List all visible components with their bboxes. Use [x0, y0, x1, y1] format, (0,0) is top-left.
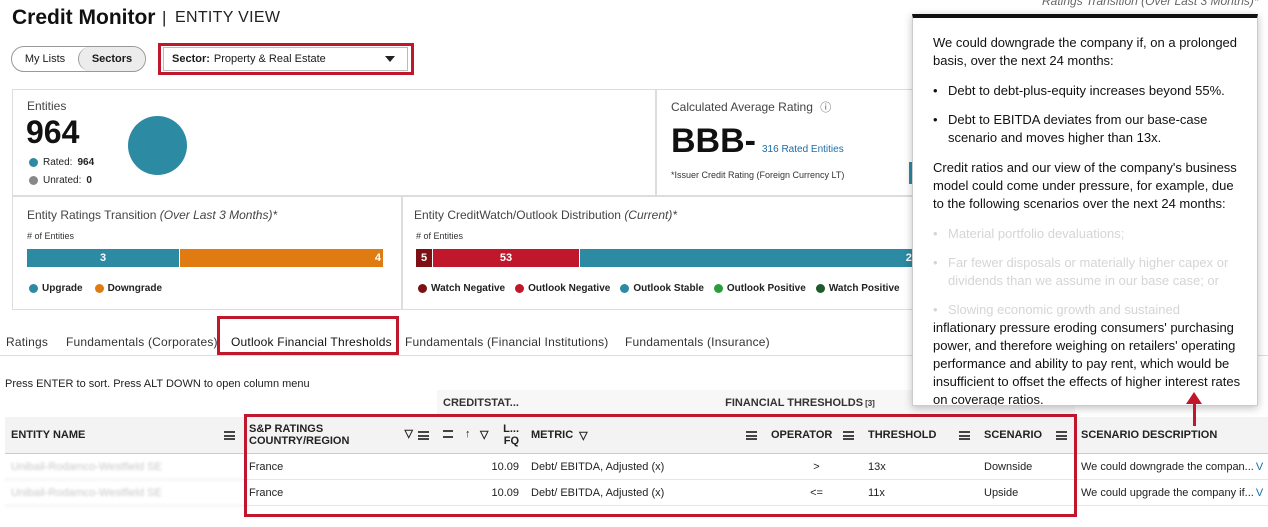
list-sector-toggle: My Lists Sectors — [11, 46, 146, 72]
legend-item[interactable]: Watch Negative — [418, 283, 505, 294]
scenario-description-tooltip: We could downgrade the company if, on a … — [912, 14, 1258, 406]
unrated-label: Unrated: — [43, 175, 82, 186]
tooltip-intro: We could downgrade the company if, on a … — [933, 35, 1238, 68]
highlight-active-tab — [217, 316, 399, 355]
bar-segment[interactable]: 5 — [416, 249, 432, 267]
cell-scenario-description[interactable]: We could upgrade the company if... V — [1075, 480, 1268, 506]
watch-bar: 55324 — [416, 249, 916, 267]
legend-item[interactable]: Watch Positive — [815, 283, 900, 294]
entities-title: Entities — [27, 99, 67, 113]
transition-legend: Upgrade Downgrade — [29, 283, 162, 294]
legend-label: Outlook Positive — [726, 283, 806, 294]
legend-item[interactable]: Outlook Negative — [515, 283, 610, 294]
entities-pie-chart — [128, 116, 187, 175]
legend-label: Outlook Stable — [633, 283, 704, 294]
legend-item[interactable]: Downgrade — [94, 283, 163, 294]
rated-dot-icon — [29, 158, 38, 167]
column-header-scenario-description-text: SCENARIO DESCRIPTION — [1081, 429, 1218, 441]
clipped-header-text: Ratings Transition (Over Last 3 Months)* — [1042, 0, 1259, 8]
view-more-link[interactable]: V — [1256, 487, 1263, 499]
bar-segment[interactable]: 24 — [580, 249, 916, 267]
legend-item[interactable]: Upgrade — [29, 283, 83, 294]
tooltip-faded-bullet: Slowing economic growth and sustained — [933, 301, 1241, 319]
tooltip-faded-bullet: Far fewer disposals or materially higher… — [933, 254, 1241, 290]
cell-entity-name[interactable]: Unibail-Rodamco-Westfield SE — [5, 480, 243, 506]
tab-ratings[interactable]: Ratings — [6, 335, 48, 349]
legend-item[interactable]: Outlook Stable — [620, 283, 704, 294]
legend-dot-icon — [815, 284, 825, 293]
tooltip-bullet: Debt to debt-plus-equity increases beyon… — [933, 82, 1241, 100]
column-header-entity-name-text: ENTITY NAME — [11, 429, 86, 441]
annotation-arrow-head — [1186, 392, 1202, 404]
watch-axis-label: # of Entities — [416, 231, 464, 241]
entities-total: 964 — [26, 114, 80, 150]
ratings-transition-title-text: Entity Ratings Transition — [27, 208, 157, 222]
bar-segment[interactable]: 4 — [180, 249, 383, 267]
unrated-legend: Unrated: 0 — [29, 175, 92, 186]
group-header-creditstat[interactable]: CREDITSTAT... — [437, 390, 525, 417]
title-separator: | — [162, 8, 167, 27]
ratings-transition-title-italic: (Over Last 3 Months)* — [159, 208, 278, 222]
average-rating-value: BBB- — [671, 122, 756, 160]
tooltip-faded-bullet: Material portfolio devaluations; — [933, 225, 1241, 243]
legend-label: Outlook Negative — [528, 283, 611, 294]
bar-segment[interactable]: 3 — [27, 249, 179, 267]
info-icon[interactable]: ⓘ — [820, 102, 831, 114]
column-header-entity-name[interactable]: ENTITY NAME — [5, 417, 243, 454]
entities-panel — [12, 89, 656, 196]
rated-entities-link[interactable]: 316 Rated Entities — [762, 144, 844, 155]
legend-dot-icon — [29, 284, 38, 293]
tab-fundamentals-insurance[interactable]: Fundamentals (Insurance) — [625, 335, 770, 349]
unrated-dot-icon — [29, 176, 38, 185]
sectors-button[interactable]: Sectors — [78, 47, 145, 71]
cell-scenario-description[interactable]: We could downgrade the compan... V — [1075, 454, 1268, 480]
legend-dot-icon — [94, 284, 104, 293]
legend-dot-icon — [418, 284, 427, 293]
rating-footnote: *Issuer Credit Rating (Foreign Currency … — [671, 170, 845, 180]
view-title: ENTITY VIEW — [175, 9, 281, 26]
app-title: Credit Monitor — [12, 6, 156, 29]
transition-axis-label: # of Entities — [27, 231, 75, 241]
legend-label: Upgrade — [42, 283, 83, 294]
group-header-financial-thresholds-text: FINANCIAL THRESHOLDS — [725, 397, 864, 409]
rated-value: 964 — [77, 157, 95, 168]
column-header-scenario-description[interactable]: SCENARIO DESCRIPTION — [1075, 417, 1268, 454]
group-header-footnote: [3] — [865, 398, 875, 408]
unrated-value: 0 — [86, 175, 92, 186]
tooltip-paragraph: Credit ratios and our view of the compan… — [933, 160, 1237, 211]
tab-fundamentals-financial-institutions[interactable]: Fundamentals (Financial Institutions) — [405, 335, 609, 349]
view-more-link[interactable]: V — [1256, 461, 1263, 473]
average-rating-title-text: Calculated Average Rating — [671, 100, 813, 114]
my-lists-button[interactable]: My Lists — [12, 47, 78, 71]
scenario-description-text: We could upgrade the company if... — [1081, 486, 1254, 499]
legend-label: Watch Positive — [828, 283, 900, 294]
legend-dot-icon — [713, 284, 723, 293]
legend-label: Downgrade — [107, 283, 163, 294]
watch-legend: Watch Negative Outlook Negative Outlook St… — [418, 283, 900, 294]
rated-legend: Rated: 964 — [29, 157, 94, 168]
grid-keyboard-hint: Press ENTER to sort. Press ALT DOWN to o… — [5, 378, 310, 390]
watch-outlook-title-italic: (Current)* — [624, 208, 677, 222]
legend-item[interactable]: Outlook Positive — [713, 283, 806, 294]
highlight-thresholds-columns — [244, 414, 1077, 517]
scenario-description-text: We could downgrade the compan... — [1081, 460, 1254, 473]
tab-fundamentals-corporates[interactable]: Fundamentals (Corporates) — [66, 335, 218, 349]
highlight-sector-select — [158, 43, 414, 75]
legend-label: Watch Negative — [431, 283, 506, 294]
column-menu-icon[interactable] — [224, 431, 235, 440]
cell-entity-name[interactable]: Unibail-Rodamco-Westfield SE — [5, 454, 243, 480]
watch-outlook-title: Entity CreditWatch/Outlook Distribution … — [414, 208, 677, 222]
rated-label: Rated: — [43, 157, 73, 168]
average-rating-title: Calculated Average Rating ⓘ — [671, 99, 831, 115]
bar-segment[interactable]: 53 — [433, 249, 579, 267]
transition-bar: 34 — [27, 249, 383, 267]
ratings-transition-title: Entity Ratings Transition (Over Last 3 M… — [27, 208, 277, 222]
tooltip-bullet: Debt to EBITDA deviates from our base-ca… — [933, 111, 1241, 147]
legend-dot-icon — [620, 284, 630, 293]
watch-outlook-title-text: Entity CreditWatch/Outlook Distribution — [414, 208, 621, 222]
legend-dot-icon — [515, 284, 525, 293]
